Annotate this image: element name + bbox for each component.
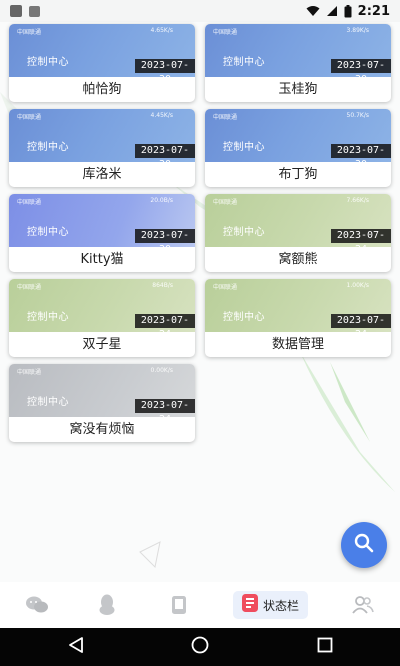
mini-net-speed: 4.65K/s [150,27,173,34]
mini-net-speed: 50.7K/s [346,112,369,119]
mini-carrier: 中国联通 [17,284,42,291]
card-label: 窝没有烦恼 [69,422,135,437]
control-center-label: 控制中心 [223,142,265,153]
card-thumbnail: 中国联通 50.7K/s 控制中心 2023-07-30 [205,109,391,162]
back-button[interactable] [56,628,96,666]
wechat-icon [25,595,49,615]
clock: 2:21 [357,3,390,19]
control-center-label: 控制中心 [27,57,69,68]
tab-qq[interactable] [90,582,124,628]
card-label: 数据管理 [271,337,324,352]
card-thumbnail: 中国联通 1.00K/s 控制中心 2023-07-24 [205,279,391,332]
control-center-label: 控制中心 [27,397,69,408]
card-thumbnail: 中国联通 4.65K/s 控制中心 2023-07-30 [9,24,195,77]
app-card[interactable]: 中国联通 3.89K/s 控制中心 2023-07-30 玉桂狗 [205,24,391,102]
back-icon [68,637,84,657]
cell-signal-icon [326,5,338,17]
card-label: 玉桂狗 [278,82,318,97]
app-card[interactable]: 中国联通 4.65K/s 控制中心 2023-07-30 帕恰狗 [9,24,195,102]
battery-icon [344,4,352,18]
app-card[interactable]: 中国联通 4.45K/s 控制中心 2023-07-30 库洛米 [9,109,195,187]
mini-carrier: 中国联通 [213,114,238,121]
control-center-label: 控制中心 [223,57,265,68]
mini-net-speed: 1.00K/s [346,282,369,289]
app-card[interactable]: 中国联通 7.66K/s 控制中心 2023-07-24 窝额熊 [205,194,391,272]
wifi-icon [306,5,320,17]
control-center-label: 控制中心 [27,142,69,153]
card-thumbnail: 中国联通 20.0B/s 控制中心 2023-07-30 [9,194,195,247]
mini-carrier: 中国联通 [17,114,42,121]
recents-button[interactable] [305,628,345,666]
app-card[interactable]: 中国联通 1.00K/s 控制中心 2023-07-24 数据管理 [205,279,391,357]
phone-icon [171,595,187,615]
mini-carrier: 中国联通 [17,29,42,36]
card-date: 2023-07-24 [331,229,391,247]
tab-contacts[interactable] [346,582,380,628]
card-date: 2023-07-30 [331,144,391,162]
qq-penguin-icon [98,594,116,616]
control-center-label: 控制中心 [223,312,265,323]
mini-carrier: 中国联通 [17,199,42,206]
app-card[interactable]: 中国联通 50.7K/s 控制中心 2023-07-30 布丁狗 [205,109,391,187]
card-date: 2023-07-24 [135,399,195,417]
card-thumbnail: 中国联通 864B/s 控制中心 2023-07-24 [9,279,195,332]
app-card[interactable]: 中国联通 0.00K/s 控制中心 2023-07-24窝没有烦恼 [9,364,195,442]
mini-net-speed: 0.00K/s [150,367,173,374]
card-date: 2023-07-24 [331,314,391,332]
mini-carrier: 中国联通 [17,369,42,376]
tab-phone[interactable] [162,582,196,628]
card-label: 双子星 [82,337,122,352]
notification-square-icon [10,5,22,17]
mini-net-speed: 7.66K/s [346,197,369,204]
tab-wechat[interactable] [20,582,54,628]
app-root: 2:21 中国联通4.65K/s控制中心2023-07-30帕恰狗中国联通3.8… [0,0,400,666]
mini-net-speed: 3.89K/s [346,27,369,34]
card-thumbnail: 中国联通 3.89K/s 控制中心 2023-07-30 [205,24,391,77]
card-thumbnail: 中国联通 7.66K/s 控制中心 2023-07-24 [205,194,391,247]
mini-net-speed: 864B/s [152,282,173,289]
people-icon [352,596,374,614]
control-center-label: 控制中心 [27,227,69,238]
card-date: 2023-07-24 [135,314,195,332]
recents-icon [317,637,333,657]
mini-carrier: 中国联通 [213,29,238,36]
card-date: 2023-07-30 [135,144,195,162]
home-icon [191,636,209,658]
card-label: 帕恰狗 [82,82,122,97]
mini-net-speed: 20.0B/s [150,197,173,204]
card-label: 窝额熊 [278,252,318,267]
control-center-label: 控制中心 [223,227,265,238]
search-icon [353,532,375,558]
card-label: 布丁狗 [278,167,318,182]
search-button[interactable] [341,522,387,568]
card-label: 库洛米 [82,167,122,182]
mini-carrier: 中国联通 [213,284,238,291]
statusbar-app-icon [241,594,258,616]
card-date: 2023-07-30 [135,59,195,77]
mini-carrier: 中国联通 [213,199,238,206]
bottom-tab-bar: 状态栏 [0,582,400,628]
tab-statusbar-label: 状态栏 [262,598,299,613]
card-thumbnail: 中国联通 0.00K/s 控制中心 2023-07-24 [9,364,195,417]
card-date: 2023-07-30 [331,59,391,77]
notification-square-icon [29,5,40,17]
system-status-bar: 2:21 [0,0,400,22]
card-date: 2023-07-30 [135,229,195,247]
card-label: Kitty猫 [80,252,124,267]
tab-statusbar[interactable]: 状态栏 [233,591,308,619]
home-button[interactable] [180,628,220,666]
app-card[interactable]: 中国联通 864B/s 控制中心 2023-07-24 双子星 [9,279,195,357]
system-navigation-bar [0,628,400,666]
control-center-label: 控制中心 [27,312,69,323]
card-thumbnail: 中国联通 4.45K/s 控制中心 2023-07-30 [9,109,195,162]
app-card[interactable]: 中国联通 20.0B/s 控制中心 2023-07-30 Kitty猫 [9,194,195,272]
mini-net-speed: 4.45K/s [150,112,173,119]
